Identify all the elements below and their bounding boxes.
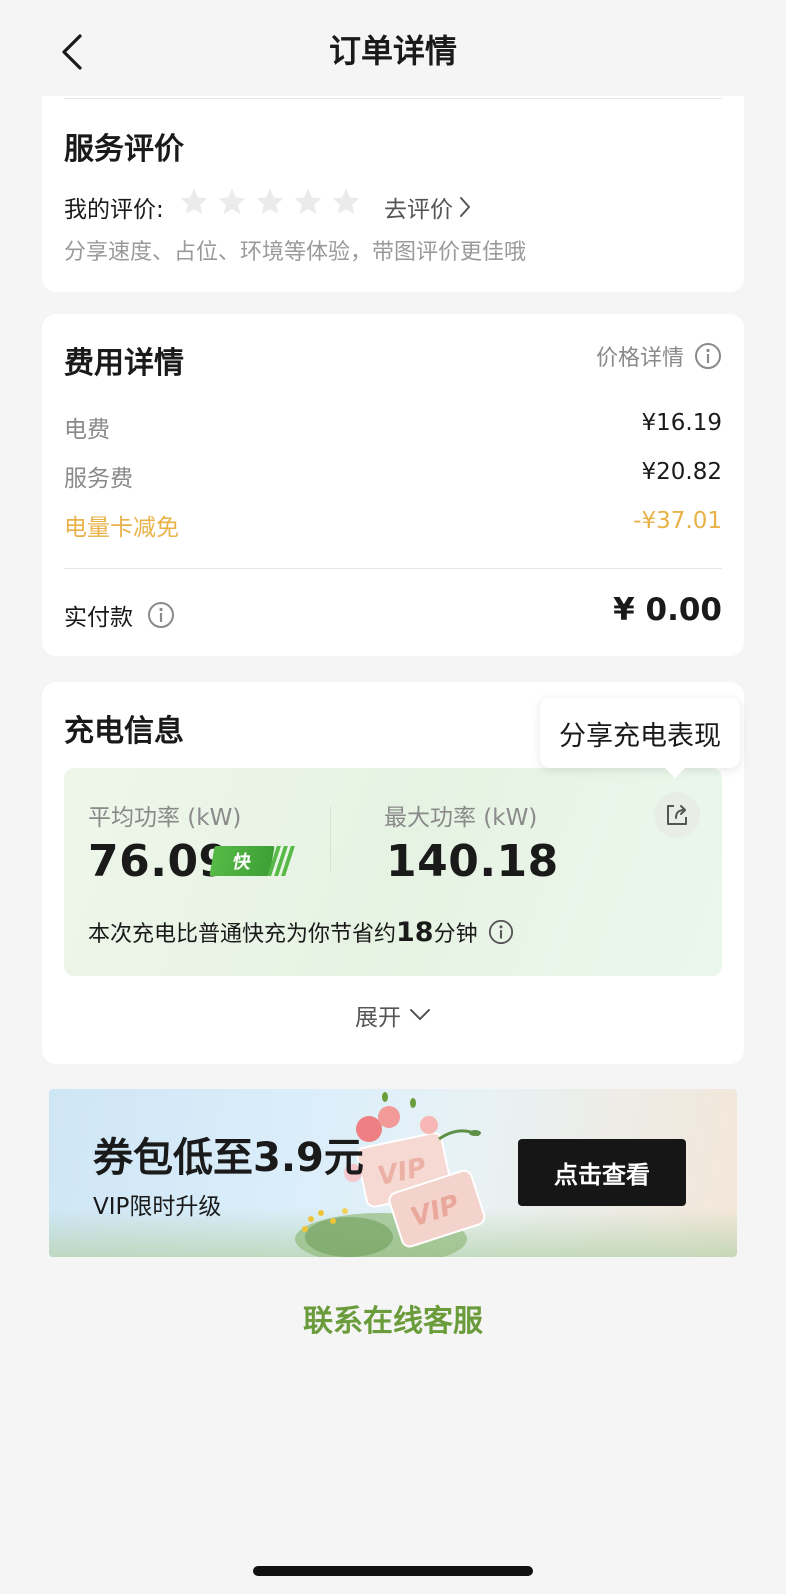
fee-value: ¥20.82 [641,459,722,485]
vip-promo-banner[interactable]: VIP VIP 券包低至3.9元 VIP限时升级 点击查看 [49,1089,737,1257]
fee-section-title: 费用详情 [64,346,184,381]
fee-name: 服务费 [64,466,133,492]
view-details-button[interactable]: 点击查看 [518,1139,686,1206]
charging-stats-panel: 平均功率 (kW) 76.09 快 最大功率 (kW) 140.18 本次充电比… [64,768,722,976]
fee-row-electricity: 电费 ¥16.19 [64,410,722,444]
service-review-card: 服务评价 我的评价: 去评价 分享速度、占位、环境等体验，带图评价更佳哦 [42,96,744,292]
paid-amount-label-group: 实付款 [64,598,175,632]
fee-details-card: 费用详情 价格详情 电费 ¥16.19 服务费 ¥20.82 电量卡减免 -¥3… [42,314,744,656]
banner-subtitle: VIP限时升级 [93,1194,222,1220]
avg-power-label: 平均功率 (kW) [88,805,242,831]
star-icon[interactable] [292,186,324,218]
fee-value: ¥16.19 [641,410,722,436]
home-indicator[interactable] [253,1566,533,1576]
banner-title: 券包低至3.9元 [93,1135,364,1181]
paid-amount-value: ¥ 0.00 [613,592,722,628]
fee-row-service: 服务费 ¥20.82 [64,459,722,493]
price-detail-label: 价格详情 [595,346,684,371]
divider [64,568,722,569]
divider [64,98,722,99]
fee-value: -¥37.01 [633,508,722,534]
fee-name: 电费 [64,417,110,443]
avg-power-value: 76.09 [88,836,230,887]
paid-label: 实付款 [64,605,133,631]
chevron-down-icon [410,1009,430,1020]
chevron-right-icon [460,197,470,217]
review-hint: 分享速度、占位、环境等体验，带图评价更佳哦 [64,240,527,265]
time-saved-minutes: 18 [396,917,434,948]
star-rating[interactable] [178,186,362,218]
info-icon [695,343,721,369]
share-button[interactable] [654,792,700,838]
go-review-label: 去评价 [384,197,453,223]
contact-support-link[interactable]: 联系在线客服 [0,1296,786,1340]
info-icon[interactable] [488,919,514,945]
share-icon [667,805,687,825]
fast-charge-badge: 快 [209,846,275,876]
fast-badge-stripes [267,846,295,876]
price-detail-link[interactable]: 价格详情 [596,340,722,372]
max-power-value: 140.18 [386,836,559,887]
charging-section-title: 充电信息 [64,714,184,749]
star-icon[interactable] [216,186,248,218]
star-icon[interactable] [178,186,210,218]
divider [330,806,331,872]
my-review-label: 我的评价: [64,197,164,223]
expand-toggle[interactable]: 展开 [42,998,744,1032]
review-section-title: 服务评价 [64,132,184,167]
info-icon[interactable] [147,601,175,629]
time-saved-text: 本次充电比普通快充为你节省约18分钟 [88,916,514,948]
time-saved-prefix: 本次充电比普通快充为你节省约 [88,922,397,947]
share-tooltip: 分享充电表现 [540,698,740,778]
time-saved-suffix: 分钟 [433,922,478,947]
expand-label: 展开 [355,1005,401,1031]
go-review-link[interactable]: 去评价 [384,190,471,224]
max-power-label: 最大功率 (kW) [384,805,538,831]
star-icon[interactable] [254,186,286,218]
fee-row-discount: 电量卡减免 -¥37.01 [64,508,722,542]
page-title: 订单详情 [328,32,457,70]
nav-bar: 订单详情 [0,0,786,100]
fee-name: 电量卡减免 [64,515,179,541]
star-icon[interactable] [330,186,362,218]
